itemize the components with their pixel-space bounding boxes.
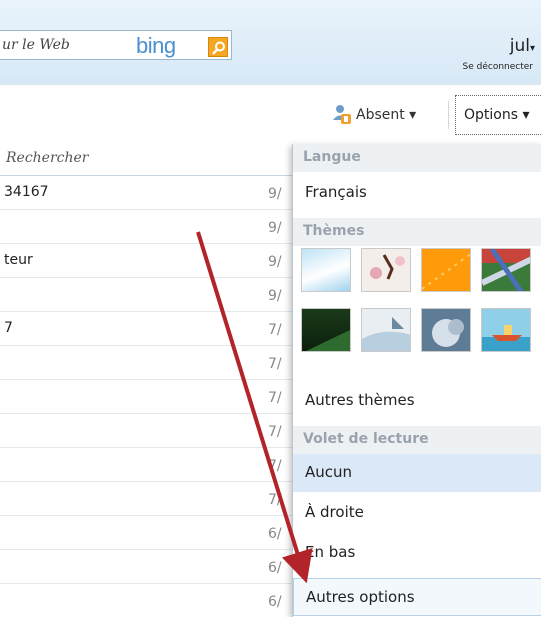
theme-orange[interactable]: [421, 248, 471, 292]
message-row[interactable]: 7/: [0, 380, 292, 414]
reading-right-label: À droite: [305, 503, 364, 521]
themes-section-header: Thèmes: [293, 218, 541, 246]
menu-item-reading-right[interactable]: À droite: [293, 494, 541, 532]
theme-map[interactable]: [481, 248, 531, 292]
theme-sky[interactable]: [301, 248, 351, 292]
message-date: 9/: [268, 186, 282, 202]
bing-logo: bing: [136, 33, 176, 58]
menu-item-reading-bottom[interactable]: En bas: [293, 534, 541, 572]
message-row[interactable]: 7 7/: [0, 312, 292, 346]
theme-cloud[interactable]: [421, 308, 471, 352]
menu-item-language[interactable]: Français: [293, 174, 541, 212]
presence-icon: [333, 105, 351, 124]
list-search-box[interactable]: Rechercher: [0, 144, 292, 176]
message-row[interactable]: 7/: [0, 448, 292, 482]
message-date: 7/: [268, 492, 282, 508]
message-date: 6/: [268, 560, 282, 576]
menu-item-more-themes[interactable]: Autres thèmes: [293, 382, 541, 420]
message-row[interactable]: teur 9/: [0, 244, 292, 278]
message-row[interactable]: 9/: [0, 210, 292, 244]
cloud-theme-icon: [432, 319, 464, 347]
reading-bottom-label: En bas: [305, 543, 356, 561]
user-name: jul: [509, 36, 530, 56]
message-date: 6/: [268, 594, 282, 610]
theme-green[interactable]: [301, 308, 351, 352]
reading-none-label: Aucun: [305, 463, 353, 481]
reading-header-label: Volet de lecture: [303, 431, 429, 447]
map-theme-icon: [482, 249, 530, 291]
logout-link[interactable]: Se déconnecter: [463, 62, 533, 72]
toolbar-divider: [448, 101, 449, 129]
toolbar: Absent ▾ Options ▾: [0, 84, 541, 140]
message-row[interactable]: 6/: [0, 516, 292, 550]
message-date: 7/: [268, 322, 282, 338]
flower-theme-icon: [370, 254, 405, 280]
chevron-down-icon: ▾: [529, 43, 535, 54]
options-dropdown: Langue Français Thèmes Autres thèmes Vol…: [292, 144, 541, 617]
message-subject: 7: [4, 320, 13, 336]
theme-flower[interactable]: [361, 248, 411, 292]
language-value: Français: [305, 183, 367, 201]
message-date: 9/: [268, 288, 282, 304]
message-subject: teur: [4, 252, 33, 268]
message-row[interactable]: 7/: [0, 414, 292, 448]
options-button[interactable]: Options ▾: [455, 95, 541, 135]
fold-theme-icon: [362, 317, 410, 351]
message-row[interactable]: 34167 9/: [0, 176, 292, 210]
user-menu[interactable]: jul▾: [510, 36, 535, 56]
message-date: 9/: [268, 220, 282, 236]
message-date: 9/: [268, 254, 282, 270]
web-search-input[interactable]: ur le Web: [2, 37, 70, 53]
menu-item-more-options[interactable]: Autres options: [293, 578, 541, 616]
search-icon: [212, 41, 225, 55]
message-row[interactable]: 7/: [0, 346, 292, 380]
message-row[interactable]: 9/: [0, 278, 292, 312]
presence-status-button[interactable]: Absent ▾: [356, 107, 416, 123]
top-bar: ur le Web bing jul▾ Se déconnecter: [0, 0, 541, 84]
orange-theme-icon: [422, 253, 470, 290]
message-row[interactable]: 7/: [0, 482, 292, 516]
message-row[interactable]: 6/: [0, 584, 292, 617]
list-search-input[interactable]: Rechercher: [6, 150, 89, 166]
message-row[interactable]: 6/: [0, 550, 292, 584]
boat-theme-icon: [482, 325, 530, 351]
more-options-label: Autres options: [306, 588, 415, 606]
reading-pane-section-header: Volet de lecture: [293, 426, 541, 454]
options-label: Options ▾: [464, 107, 530, 123]
message-subject: 34167: [4, 184, 49, 200]
language-section-header: Langue: [293, 144, 541, 172]
more-themes-label: Autres thèmes: [305, 391, 415, 409]
message-date: 7/: [268, 424, 282, 440]
message-date: 6/: [268, 526, 282, 542]
language-header-label: Langue: [303, 149, 361, 165]
menu-item-reading-none[interactable]: Aucun: [293, 454, 541, 492]
bing-search-button[interactable]: [208, 37, 228, 57]
message-date: 7/: [268, 390, 282, 406]
message-date: 7/: [268, 356, 282, 372]
theme-sky-fold[interactable]: [361, 308, 411, 352]
theme-boat[interactable]: [481, 308, 531, 352]
message-list: Rechercher 34167 9/9/teur 9/9/7 7/7/7/7/7/7…: [0, 144, 292, 617]
themes-header-label: Thèmes: [303, 223, 365, 239]
message-date: 7/: [268, 458, 282, 474]
web-search-box[interactable]: ur le Web bing: [0, 30, 232, 60]
green-theme-icon: [306, 329, 350, 351]
